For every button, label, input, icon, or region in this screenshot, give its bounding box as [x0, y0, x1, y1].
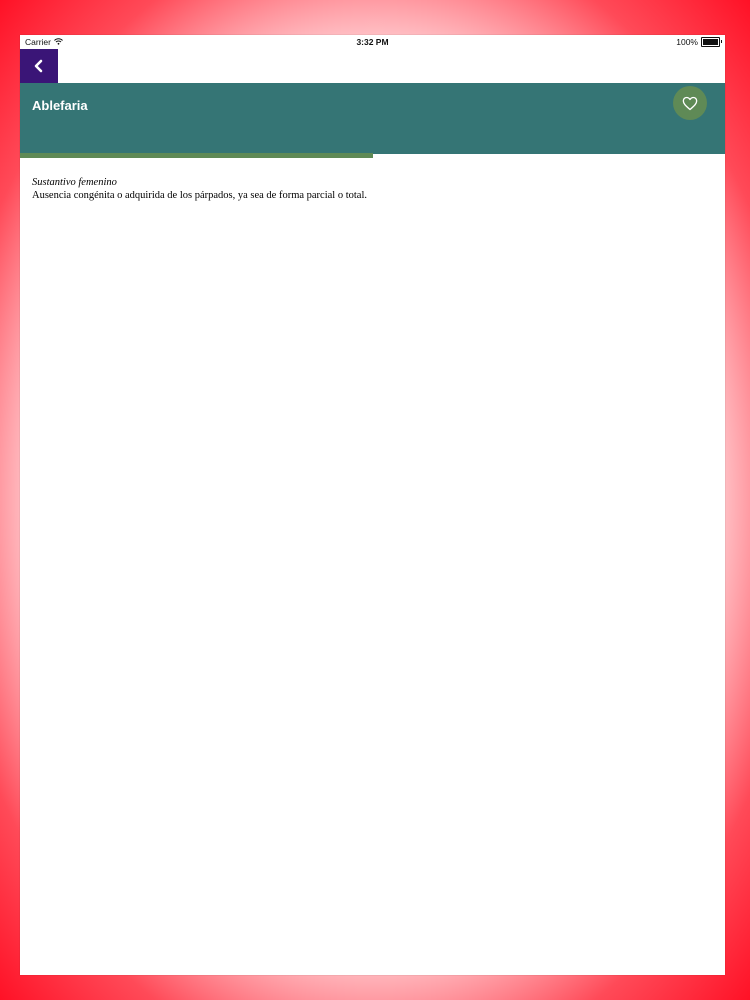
battery-percent: 100% — [676, 37, 698, 47]
word-category: Sustantivo femenino — [32, 177, 117, 188]
progress-bar — [20, 153, 725, 158]
back-button[interactable] — [20, 49, 58, 83]
status-time: 3:32 PM — [356, 37, 389, 47]
battery-icon — [701, 37, 722, 47]
word-definition: Ausencia congénita o adquirida de los pá… — [32, 190, 368, 201]
battery-fill — [703, 39, 718, 45]
progress-fill — [20, 153, 373, 158]
app-screen: Carrier 3:32 PM 100% Ablefaria Sustantiv… — [20, 35, 725, 975]
chevron-left-icon — [34, 59, 43, 73]
page-title: Ablefaria — [32, 98, 88, 113]
title-bar: Ablefaria — [20, 83, 725, 154]
status-bar: Carrier 3:32 PM 100% — [20, 35, 725, 49]
status-right: 100% — [676, 37, 722, 47]
heart-outline-icon — [682, 96, 698, 110]
definition-content: Sustantivo femenino Ausencia congénita o… — [32, 176, 713, 202]
favorite-button[interactable] — [673, 86, 707, 120]
